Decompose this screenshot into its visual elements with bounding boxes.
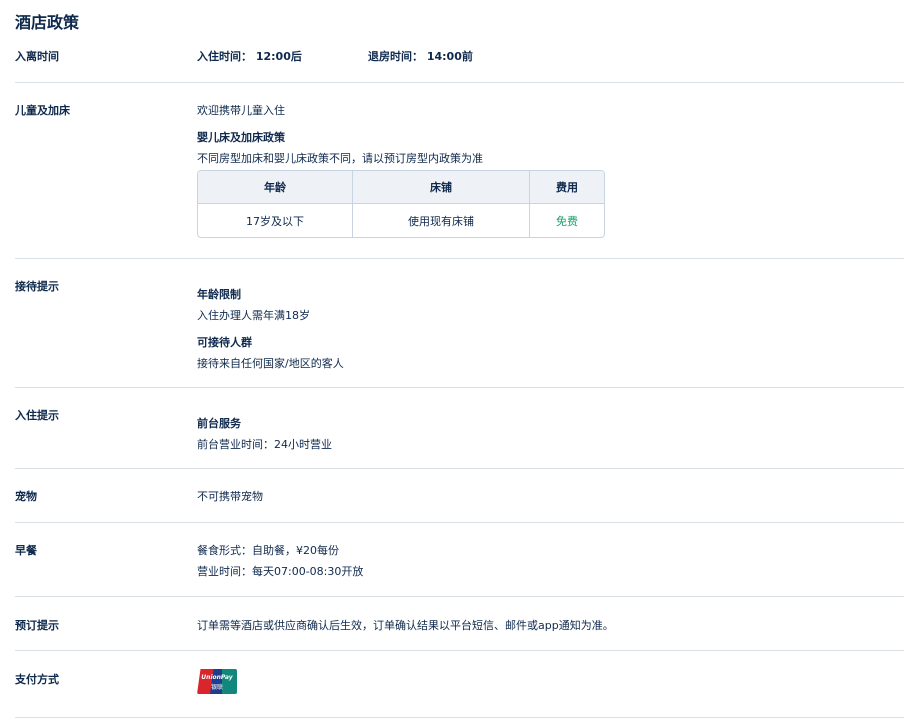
checkout-time-text: 退房时间： 14:00前 xyxy=(368,50,473,63)
children-welcome-text: 欢迎携带儿童入住 xyxy=(197,104,285,117)
section-label: 接待提示 xyxy=(15,280,59,293)
table-cell-age: 17岁及以下 xyxy=(198,204,353,237)
bed-policy-desc: 不同房型加床和婴儿床政策不同，请以预订房型内政策为准 xyxy=(197,152,483,165)
section-booking: 预订提示 订单需等酒店或供应商确认后生效，订单确认结果以平台短信、邮件或app通… xyxy=(15,597,904,651)
checkin-time-text: 入住时间： 12:00后 xyxy=(197,50,302,63)
table-cell-fee: 免费 xyxy=(556,214,578,228)
table-header-age: 年龄 xyxy=(198,171,353,204)
unionpay-logo: UnionPay 银联 xyxy=(197,669,237,694)
section-payment: 支付方式 UnionPay 银联 xyxy=(15,651,904,718)
section-checkin-time: 入离时间 入住时间： 12:00后 退房时间： 14:00前 xyxy=(15,38,904,83)
section-label: 支付方式 xyxy=(15,673,59,686)
front-desk-desc: 前台营业时间：24小时营业 xyxy=(197,438,332,451)
page-title: 酒店政策 xyxy=(15,13,80,32)
table-cell-bed: 使用现有床铺 xyxy=(353,204,530,237)
pets-desc: 不可携带宠物 xyxy=(197,490,263,503)
unionpay-logo-text: UnionPay xyxy=(201,674,233,681)
section-breakfast: 早餐 餐食形式：自助餐，¥20每份 营业时间：每天07:00-08:30开放 xyxy=(15,523,904,597)
section-pets: 宠物 不可携带宠物 xyxy=(15,469,904,523)
section-label: 儿童及加床 xyxy=(15,104,70,117)
bed-policy-table: 年龄 床铺 费用 17岁及以下 使用现有床铺 免费 xyxy=(197,170,605,238)
section-label: 入离时间 xyxy=(15,50,59,63)
section-label: 入住提示 xyxy=(15,409,59,422)
section-label: 早餐 xyxy=(15,544,37,557)
booking-desc: 订单需等酒店或供应商确认后生效，订单确认结果以平台短信、邮件或app通知为准。 xyxy=(197,619,614,632)
front-desk-title: 前台服务 xyxy=(197,417,241,430)
age-limit-title: 年龄限制 xyxy=(197,288,241,301)
table-header-fee: 费用 xyxy=(530,171,604,204)
section-label: 预订提示 xyxy=(15,619,59,632)
age-limit-desc: 入住办理人需年满18岁 xyxy=(197,309,310,322)
section-children: 儿童及加床 欢迎携带儿童入住 婴儿床及加床政策 不同房型加床和婴儿床政策不同，请… xyxy=(15,83,904,259)
breakfast-format: 餐食形式：自助餐，¥20每份 xyxy=(197,544,339,557)
bed-policy-title: 婴儿床及加床政策 xyxy=(197,131,285,144)
breakfast-hours: 营业时间：每天07:00-08:30开放 xyxy=(197,565,364,578)
unionpay-logo-text-cn: 银联 xyxy=(210,684,223,691)
table-row: 17岁及以下 使用现有床铺 免费 xyxy=(198,204,604,237)
guests-title: 可接待人群 xyxy=(197,336,252,349)
guests-desc: 接待来自任何国家/地区的客人 xyxy=(197,357,344,370)
section-label: 宠物 xyxy=(15,490,37,503)
section-reception: 接待提示 年龄限制 入住办理人需年满18岁 可接待人群 接待来自任何国家/地区的… xyxy=(15,259,904,388)
section-checkin-tips: 入住提示 前台服务 前台营业时间：24小时营业 xyxy=(15,388,904,469)
table-header-bed: 床铺 xyxy=(353,171,530,204)
